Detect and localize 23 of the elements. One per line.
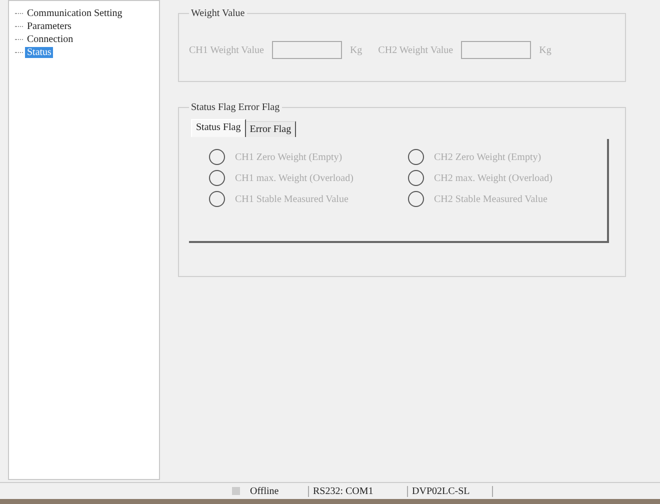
group-title: Status Flag Error Flag xyxy=(190,102,281,113)
connection-status: Offline xyxy=(250,486,280,496)
flag-label: CH1 Zero Weight (Empty) xyxy=(235,152,342,162)
flag-label: CH2 Stable Measured Value xyxy=(434,194,548,204)
field-label: CH1 Weight Value xyxy=(189,44,264,56)
group-title: Weight Value xyxy=(190,8,246,19)
tree-item[interactable]: Communication Setting xyxy=(25,8,124,19)
status-indicator-icon xyxy=(232,487,240,495)
flag-label: CH1 max. Weight (Overload) xyxy=(235,172,354,184)
tree-item[interactable]: Parameters xyxy=(25,21,74,32)
tree-item[interactable]: Connection xyxy=(25,34,76,45)
tab[interactable]: Error Flag xyxy=(246,121,296,137)
device-status: DVP02LC-SL xyxy=(407,486,493,496)
unit-label: Kg xyxy=(350,44,362,56)
tab[interactable]: Status Flag xyxy=(191,119,246,137)
weight-input-field[interactable] xyxy=(272,41,342,59)
flag-label: CH1 Stable Measured Value xyxy=(235,194,348,204)
flag-label: CH2 Zero Weight (Empty) xyxy=(434,152,542,162)
weight-input-field[interactable] xyxy=(461,41,532,59)
flag-label: CH2 max. Weight (Overload) xyxy=(434,172,552,184)
field-label: CH2 Weight Value xyxy=(378,44,454,56)
unit-label: Kg xyxy=(539,44,552,56)
port-status: RS232: COM1 xyxy=(308,486,407,496)
